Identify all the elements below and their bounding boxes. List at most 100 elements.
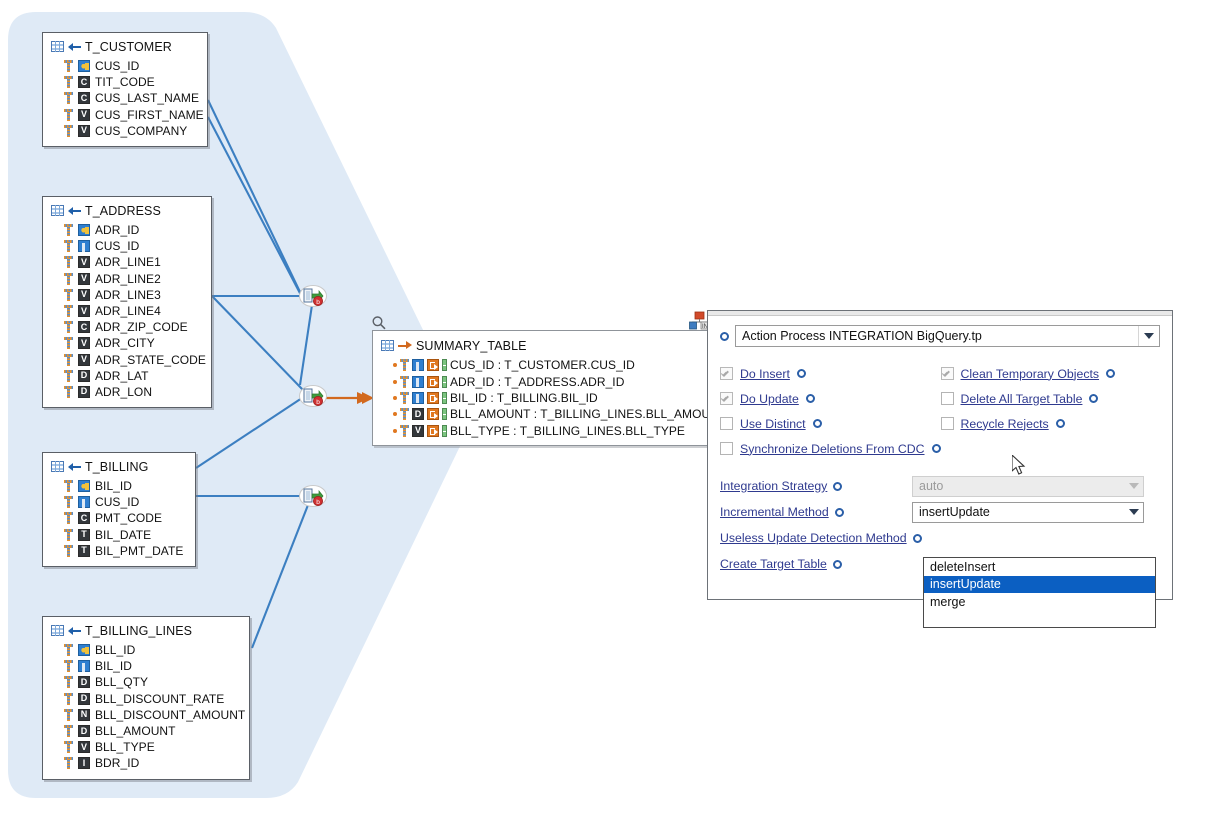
column-row[interactable]: N BLL_DISCOUNT_AMOUNT bbox=[49, 707, 245, 723]
column-name: ADR_STATE_CODE bbox=[95, 352, 206, 367]
column-row[interactable]: T BIL_DATE bbox=[49, 527, 189, 543]
info-icon[interactable] bbox=[1106, 369, 1116, 378]
mapping-row[interactable]: D BLL_AMOUNT : T_BILLING_LINES.BLL_AMOUNT bbox=[379, 406, 726, 422]
entity-t-billing-lines[interactable]: T_BILLING_LINES BLL_ID BIL_ID D BLL_QTY D… bbox=[42, 616, 250, 780]
checkbox-row-delete-all-target-table[interactable]: Delete All Target Table bbox=[940, 386, 1160, 411]
info-icon[interactable] bbox=[1055, 419, 1065, 428]
column-row[interactable]: V CUS_COMPANY bbox=[49, 123, 201, 139]
entity-t-customer[interactable]: T_CUSTOMER CUS_ID C TIT_CODE C CUS_LAST_NA… bbox=[42, 32, 208, 147]
label-recycle-rejects[interactable]: Recycle Rejects bbox=[961, 417, 1049, 431]
column-row[interactable]: C TIT_CODE bbox=[49, 74, 201, 90]
label-useless-update-detection-method[interactable]: Useless Update Detection Method bbox=[720, 531, 907, 545]
label-integration-strategy[interactable]: Integration Strategy bbox=[720, 479, 827, 493]
checkbox-recycle-rejects[interactable] bbox=[940, 417, 954, 430]
info-icon[interactable] bbox=[720, 331, 729, 341]
foreign-key-icon bbox=[78, 660, 90, 673]
entity-t-billing[interactable]: T_BILLING BIL_ID CUS_ID C PMT_CODE T BIL_D… bbox=[42, 452, 196, 567]
checkbox-clean-temp-objects[interactable] bbox=[940, 367, 954, 380]
column-row[interactable]: V ADR_LINE3 bbox=[49, 287, 205, 303]
column-row[interactable]: V BLL_TYPE bbox=[49, 739, 243, 755]
label-clean-temp-objects[interactable]: Clean Temporary Objects bbox=[961, 367, 1100, 381]
checkbox-row-clean-temp-objects[interactable]: Clean Temporary Objects bbox=[940, 361, 1160, 386]
source-arrow-icon bbox=[68, 41, 81, 52]
info-icon[interactable] bbox=[832, 559, 842, 569]
column-row[interactable]: V ADR_STATE_CODE bbox=[49, 352, 206, 368]
column-type-icon bbox=[64, 676, 73, 689]
mapping-row[interactable]: BIL_ID : T_BILLING.BIL_ID bbox=[379, 390, 703, 406]
info-icon[interactable] bbox=[1089, 394, 1099, 403]
column-row[interactable]: D ADR_LON bbox=[49, 384, 205, 400]
column-row[interactable]: V ADR_LINE1 bbox=[49, 254, 205, 270]
info-icon[interactable] bbox=[805, 394, 815, 403]
chevron-down-icon[interactable] bbox=[1124, 503, 1143, 522]
column-row[interactable]: C ADR_ZIP_CODE bbox=[49, 319, 205, 335]
field-label-wrap: Incremental Method bbox=[720, 505, 912, 519]
column-list: BIL_ID CUS_ID C PMT_CODE T BIL_DATE T BIL_P… bbox=[49, 478, 189, 559]
dropdown-option-merge[interactable]: merge bbox=[924, 593, 1155, 611]
checkbox-row-sync-deletions-cdc[interactable]: Synchronize Deletions From CDC bbox=[720, 436, 941, 461]
column-row[interactable]: V ADR_LINE4 bbox=[49, 303, 205, 319]
search-icon[interactable] bbox=[371, 315, 387, 331]
integration-properties-dialog[interactable]: Action Process INTEGRATION BigQuery.tp D… bbox=[707, 310, 1173, 628]
column-row[interactable]: T BIL_PMT_DATE bbox=[49, 543, 189, 559]
column-row[interactable]: BLL_ID bbox=[49, 642, 243, 658]
label-do-update[interactable]: Do Update bbox=[740, 392, 799, 406]
checkbox-use-distinct[interactable] bbox=[720, 417, 733, 430]
column-row[interactable]: BIL_ID bbox=[49, 478, 189, 494]
label-use-distinct[interactable]: Use Distinct bbox=[740, 417, 806, 431]
label-sync-deletions-cdc[interactable]: Synchronize Deletions From CDC bbox=[740, 442, 925, 456]
checkbox-row-recycle-rejects[interactable]: Recycle Rejects bbox=[940, 411, 1160, 436]
column-row[interactable]: CUS_ID bbox=[49, 494, 189, 510]
label-create-target-table[interactable]: Create Target Table bbox=[720, 557, 827, 571]
column-type-icon bbox=[64, 256, 73, 269]
info-icon[interactable] bbox=[931, 444, 941, 453]
column-row[interactable]: BIL_ID bbox=[49, 658, 243, 674]
checkbox-delete-all-target-table[interactable] bbox=[940, 392, 954, 405]
column-row[interactable]: D ADR_LAT bbox=[49, 368, 205, 384]
column-row[interactable]: D BLL_AMOUNT bbox=[49, 723, 243, 739]
field-label-wrap: Useless Update Detection Method bbox=[720, 531, 922, 545]
mapping-row[interactable]: V BLL_TYPE : T_BILLING_LINES.BLL_TYPE bbox=[379, 423, 703, 439]
column-row[interactable]: V ADR_LINE2 bbox=[49, 271, 205, 287]
select-incremental-method[interactable]: insertUpdate bbox=[912, 501, 1144, 523]
mapping-expression: BLL_AMOUNT : T_BILLING_LINES.BLL_AMOUNT bbox=[450, 407, 727, 422]
label-delete-all-target-table[interactable]: Delete All Target Table bbox=[961, 392, 1083, 406]
checkbox-row-do-insert[interactable]: Do Insert bbox=[720, 361, 941, 386]
mapping-row[interactable]: CUS_ID : T_CUSTOMER.CUS_ID bbox=[379, 357, 703, 373]
column-row[interactable]: D BLL_DISCOUNT_RATE bbox=[49, 691, 243, 707]
info-icon[interactable] bbox=[912, 533, 922, 543]
join-node-3[interactable]: b bbox=[299, 484, 327, 508]
column-row[interactable]: ADR_ID bbox=[49, 222, 205, 238]
column-row[interactable]: I BDR_ID bbox=[49, 755, 243, 771]
dropdown-option-insertupdate[interactable]: insertUpdate bbox=[924, 575, 1155, 593]
incremental-method-dropdown-list[interactable]: deleteInsert insertUpdate merge bbox=[923, 557, 1156, 628]
checkbox-do-insert[interactable] bbox=[720, 367, 733, 380]
mapping-row[interactable]: ADR_ID : T_ADDRESS.ADR_ID bbox=[379, 373, 703, 389]
label-incremental-method[interactable]: Incremental Method bbox=[720, 505, 829, 519]
join-node-2[interactable]: b bbox=[299, 384, 327, 408]
checkbox-sync-deletions-cdc[interactable] bbox=[720, 442, 733, 455]
info-icon[interactable] bbox=[812, 419, 822, 428]
column-row[interactable]: D BLL_QTY bbox=[49, 674, 243, 690]
chevron-down-icon[interactable] bbox=[1138, 326, 1159, 346]
target-table-summary[interactable]: SUMMARY_TABLE CUS_ID : T_CUSTOMER.CUS_ID… bbox=[372, 330, 726, 446]
column-row[interactable]: C PMT_CODE bbox=[49, 510, 189, 526]
column-row[interactable]: CUS_ID bbox=[49, 58, 201, 74]
join-node-1[interactable]: b bbox=[299, 284, 327, 308]
mapping-list: CUS_ID : T_CUSTOMER.CUS_ID ADR_ID : T_AD… bbox=[379, 357, 726, 439]
info-icon[interactable] bbox=[796, 369, 806, 378]
info-icon[interactable] bbox=[834, 507, 844, 517]
column-row[interactable]: V ADR_CITY bbox=[49, 335, 205, 351]
checkbox-row-do-update[interactable]: Do Update bbox=[720, 386, 941, 411]
label-do-insert[interactable]: Do Insert bbox=[740, 367, 790, 381]
process-combo[interactable]: Action Process INTEGRATION BigQuery.tp bbox=[735, 325, 1160, 347]
column-row[interactable]: V CUS_FIRST_NAME bbox=[49, 107, 204, 123]
info-icon[interactable] bbox=[833, 481, 843, 491]
checkbox-row-use-distinct[interactable]: Use Distinct bbox=[720, 411, 941, 436]
column-row[interactable]: CUS_ID bbox=[49, 238, 205, 254]
column-row[interactable]: C CUS_LAST_NAME bbox=[49, 90, 201, 106]
checkbox-do-update[interactable] bbox=[720, 392, 733, 405]
entity-t-address[interactable]: T_ADDRESS ADR_ID CUS_ID V ADR_LINE1 V ADR_… bbox=[42, 196, 212, 409]
type-badge-n: N bbox=[78, 708, 90, 721]
dropdown-option-deleteinsert[interactable]: deleteInsert bbox=[924, 558, 1155, 576]
